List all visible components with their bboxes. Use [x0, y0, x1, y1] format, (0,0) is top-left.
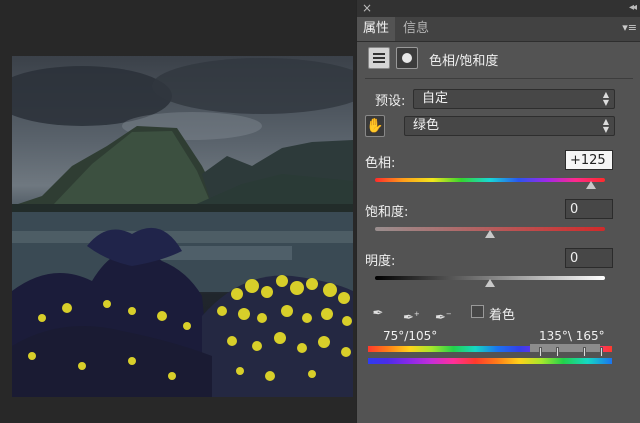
properties-panel: × ◂◂ 属性 信息 ▾≡ 色相/饱和度 预设: 自定 ▲ ▼ ✋ 绿色 ▲ ▼ 色…	[356, 0, 640, 423]
chevron-updown-icon: ▲ ▼	[602, 117, 609, 134]
tab-info[interactable]: 信息	[397, 17, 435, 41]
eyedropper-plus-icon[interactable]: ✒+	[403, 306, 420, 325]
channel-select-value: 绿色	[413, 118, 440, 133]
panel-menu-icon[interactable]: ▾≡	[622, 21, 637, 34]
targeted-adjustment-hand-icon[interactable]: ✋	[365, 115, 385, 137]
hue-label: 色相:	[365, 156, 396, 171]
panel-title-bar: × ◂◂	[357, 0, 640, 17]
range-falloff-right-handle[interactable]	[600, 347, 603, 357]
panel-title: 色相/饱和度	[429, 54, 499, 69]
eyedropper-minus-icon[interactable]: ✒−	[435, 306, 452, 325]
lightness-value-field[interactable]: 0	[565, 248, 613, 268]
preset-select[interactable]: 自定 ▲ ▼	[413, 89, 615, 109]
range-right-label: 135°\ 165°	[539, 329, 605, 343]
saturation-value-field[interactable]: 0	[565, 199, 613, 219]
divider	[365, 78, 633, 79]
preset-label: 预设:	[375, 94, 406, 109]
range-left-handle[interactable]	[556, 347, 559, 357]
range-right-handle[interactable]	[583, 347, 586, 357]
tab-properties[interactable]: 属性	[357, 17, 396, 41]
chevron-updown-icon: ▲ ▼	[602, 90, 609, 107]
channel-select[interactable]: 绿色 ▲ ▼	[404, 116, 615, 136]
layer-mask-icon[interactable]	[396, 47, 418, 69]
colorize-label: 着色	[489, 308, 516, 323]
colorize-checkbox[interactable]	[471, 305, 484, 318]
panel-tab-bar: 属性 信息 ▾≡	[357, 17, 640, 42]
close-icon[interactable]: ×	[362, 1, 372, 15]
lightness-slider-thumb[interactable]	[485, 279, 495, 287]
collapse-icon[interactable]: ◂◂	[629, 2, 637, 13]
range-falloff-left-handle[interactable]	[539, 347, 542, 357]
hue-saturation-adjustment-icon[interactable]	[368, 47, 390, 69]
eyedropper-icon[interactable]: ✒	[371, 306, 385, 322]
output-color-spectrum	[368, 358, 612, 364]
hue-value-field[interactable]: +125	[565, 150, 613, 170]
range-left-label: 75°/105°	[383, 329, 438, 343]
landscape-photo[interactable]	[12, 56, 353, 397]
lightness-label: 明度:	[365, 254, 396, 269]
saturation-slider-thumb[interactable]	[485, 230, 495, 238]
hue-slider-track[interactable]	[375, 178, 605, 182]
hue-slider-thumb[interactable]	[586, 181, 597, 189]
preset-select-value: 自定	[422, 91, 449, 106]
saturation-label: 饱和度:	[365, 205, 409, 220]
document-canvas[interactable]	[0, 0, 356, 423]
